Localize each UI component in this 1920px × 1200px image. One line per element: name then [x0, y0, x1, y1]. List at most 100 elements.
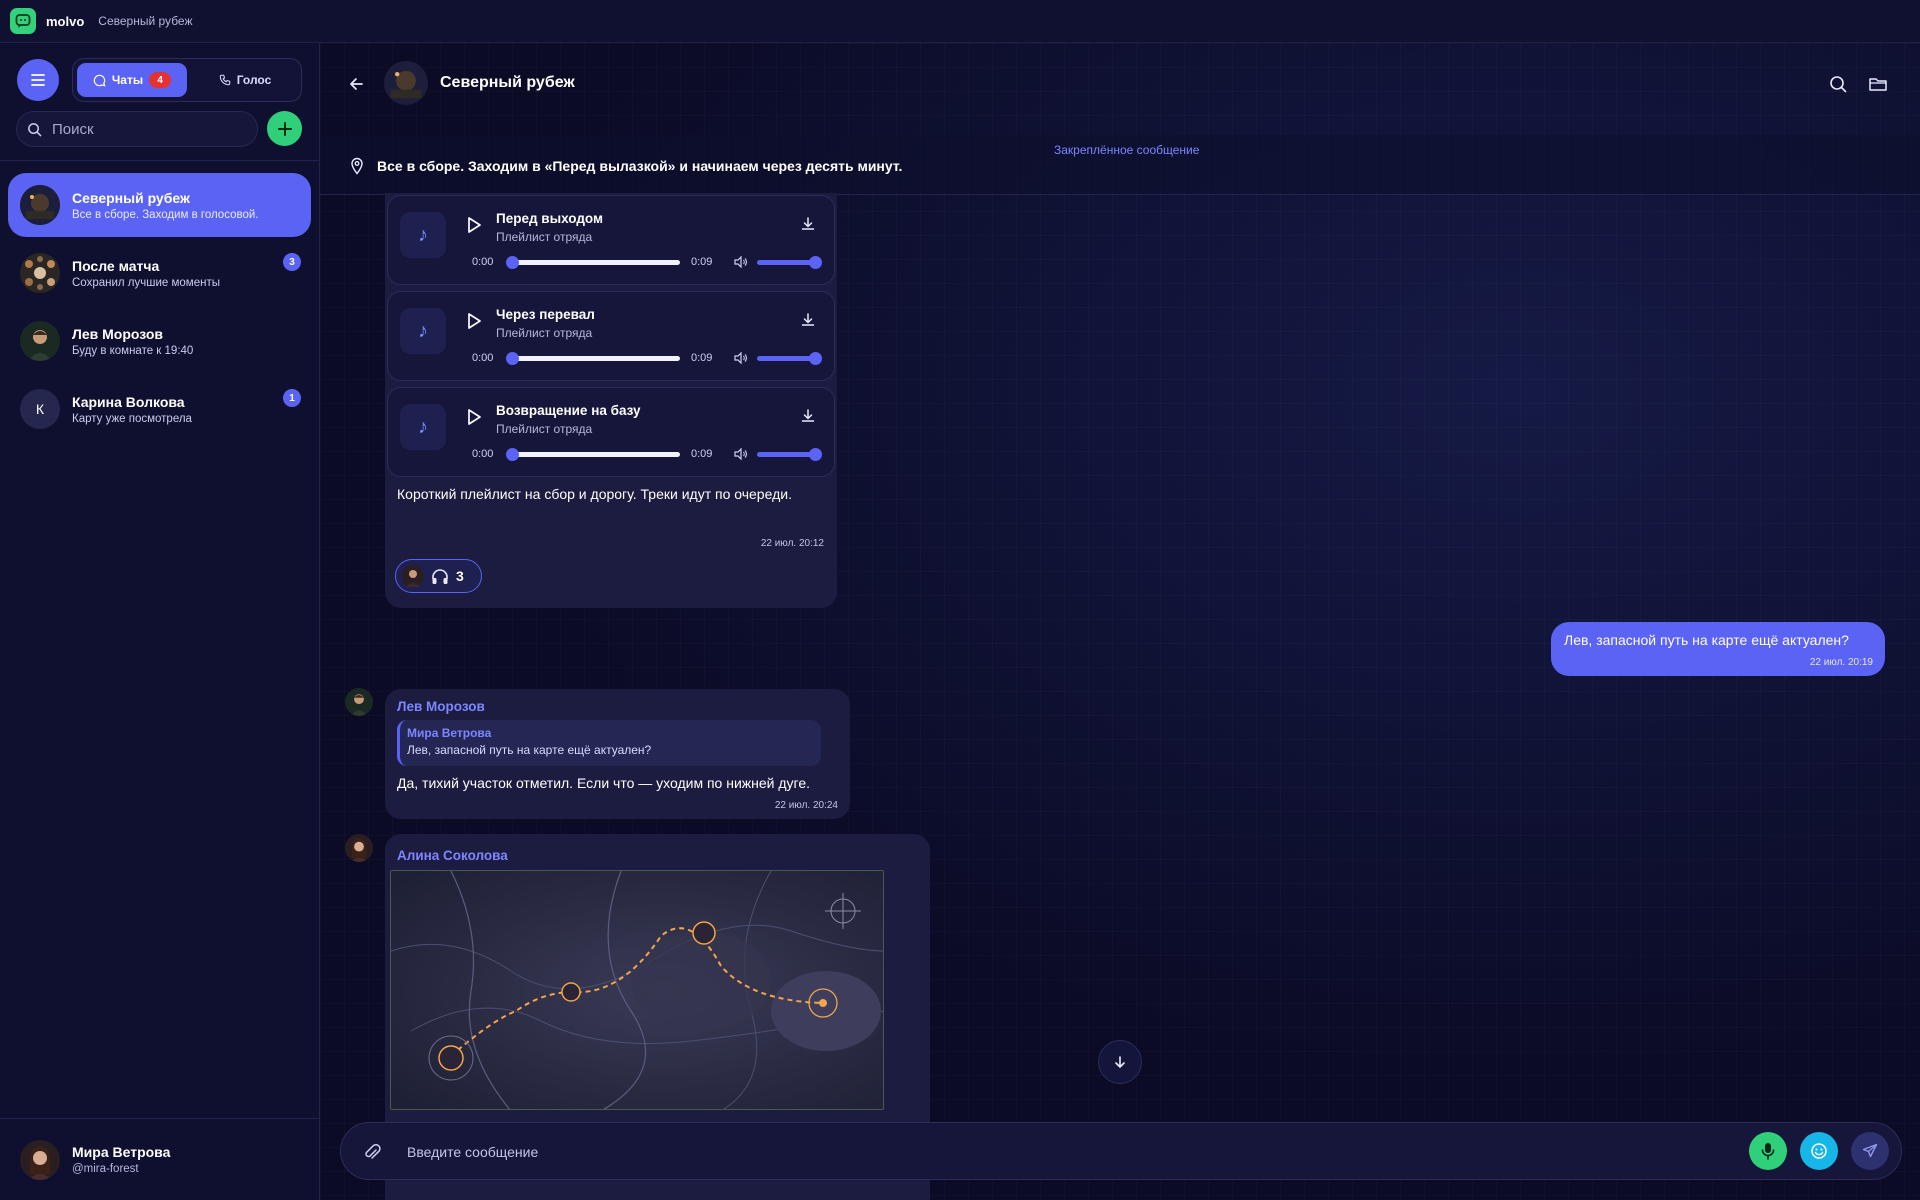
chat-name: После матча [72, 257, 160, 274]
chats-count-badge: 4 [149, 72, 172, 88]
new-chat-button[interactable] [267, 111, 302, 146]
message-input[interactable] [405, 1139, 1505, 1165]
chat-name: Лев Морозов [72, 325, 164, 342]
volume-slider[interactable] [757, 448, 822, 461]
message-text: Лев, запасной путь на карте ещё актуален… [1564, 632, 1849, 648]
sender-name[interactable]: Алина Соколова [397, 848, 508, 863]
chat-item-lev-morozov[interactable]: Лев Морозов Буду в комнате к 19:40 [8, 309, 311, 373]
app-name: molvo [46, 13, 85, 29]
search-input[interactable] [50, 119, 240, 139]
chat-preview: Карту уже посмотрела [72, 412, 192, 425]
quote-text: Лев, запасной путь на карте ещё актуален… [407, 743, 652, 757]
audio-track: ♪ Перед выходом Плейлист отряда 0:00 0:0… [387, 195, 835, 285]
volume-slider[interactable] [757, 352, 822, 365]
seek-slider[interactable] [506, 352, 680, 365]
pinned-message[interactable]: Закреплённое сообщение Все в сборе. Захо… [320, 135, 1920, 195]
avatar [402, 565, 424, 587]
seek-slider[interactable] [506, 448, 680, 461]
avatar [20, 253, 60, 293]
audio-track: ♪ Через перевал Плейлист отряда 0:00 0:0… [387, 291, 835, 381]
unread-badge: 1 [283, 389, 301, 407]
track-subtitle: Плейлист отряда [496, 230, 593, 244]
attach-paperclip-icon[interactable] [363, 1142, 381, 1162]
profile-handle: @mira-forest [72, 1163, 139, 1175]
sender-name[interactable]: Лев Морозов [397, 699, 485, 714]
chat-panel: Северный рубеж Закреплённое сообщение Вс… [320, 43, 1920, 1200]
avatar [20, 1139, 60, 1180]
message-time: 22 июл. 20:19 [1809, 657, 1873, 668]
volume-knob[interactable] [809, 352, 822, 365]
message-text: Короткий плейлист на сбор и дорогу. Трек… [397, 486, 792, 502]
window-title: Северный рубеж [98, 14, 193, 28]
download-icon[interactable] [800, 312, 816, 328]
tab-voice[interactable]: Голос [191, 63, 299, 97]
reaction-chip[interactable]: 3 [395, 559, 482, 593]
outgoing-message: Лев, запасной путь на карте ещё актуален… [1551, 622, 1885, 676]
volume-slider[interactable] [757, 256, 822, 269]
chat-item-posle-matcha[interactable]: После матча Сохранил лучшие моменты 3 [8, 241, 311, 305]
back-arrow-icon[interactable] [346, 73, 368, 95]
seek-knob[interactable] [506, 448, 519, 461]
search-icon [28, 122, 42, 136]
duration: 0:09 [691, 352, 713, 364]
quote-author: Мира Ветрова [407, 726, 492, 740]
avatar[interactable] [345, 834, 373, 862]
reaction-count: 3 [456, 568, 464, 584]
send-button[interactable] [1851, 1132, 1889, 1170]
unread-badge: 3 [283, 253, 301, 271]
map-image[interactable] [390, 870, 884, 1110]
app-logo-icon [10, 8, 36, 34]
plus-icon [277, 121, 292, 136]
menu-button[interactable] [17, 59, 59, 101]
chat-preview: Сохранил лучшие моменты [72, 276, 220, 289]
voice-record-button[interactable] [1749, 1132, 1787, 1170]
search-icon[interactable] [1827, 73, 1849, 95]
sidebar: Чаты 4 Голос Северный рубеж Все в сборе.… [0, 43, 320, 1200]
folder-icon[interactable] [1867, 73, 1889, 95]
chat-item-karina-volkova[interactable]: К Карина Волкова Карту уже посмотрела 1 [8, 377, 311, 441]
tab-chats-label: Чаты [111, 73, 144, 87]
music-note-icon: ♪ [400, 404, 446, 450]
emoji-button[interactable] [1800, 1132, 1838, 1170]
duration: 0:09 [691, 256, 713, 268]
current-time: 0:00 [472, 448, 494, 460]
seek-slider[interactable] [506, 256, 680, 269]
location-pin-icon [351, 157, 363, 175]
music-note-icon: ♪ [400, 212, 446, 258]
chat-name: Карина Волкова [72, 393, 185, 410]
current-user-profile[interactable]: Мира Ветрова @mira-forest [0, 1118, 320, 1200]
track-title: Возвращение на базу [496, 403, 641, 418]
download-icon[interactable] [800, 408, 816, 424]
seek-knob[interactable] [506, 256, 519, 269]
chat-preview: Буду в комнате к 19:40 [72, 344, 194, 357]
seek-knob[interactable] [506, 352, 519, 365]
chat-item-severny-rubezh[interactable]: Северный рубеж Все в сборе. Заходим в го… [8, 173, 311, 237]
play-icon[interactable] [466, 312, 482, 330]
quoted-message[interactable]: Мира Ветрова Лев, запасной путь на карте… [397, 720, 821, 766]
message-time: 22 июл. 20:24 [774, 800, 838, 811]
play-icon[interactable] [466, 408, 482, 426]
chat-bubble-icon [93, 74, 106, 86]
scroll-to-bottom-button[interactable] [1098, 1040, 1142, 1084]
tab-chats[interactable]: Чаты 4 [77, 63, 187, 97]
duration: 0:09 [691, 448, 713, 460]
volume-knob[interactable] [809, 448, 822, 461]
play-icon[interactable] [466, 216, 482, 234]
tab-voice-label: Голос [236, 73, 272, 87]
search-box [16, 111, 258, 147]
download-icon[interactable] [800, 216, 816, 232]
volume-knob[interactable] [809, 256, 822, 269]
audio-track: ♪ Возвращение на базу Плейлист отряда 0:… [387, 387, 835, 477]
chat-voice-switch: Чаты 4 Голос [72, 58, 302, 102]
chat-avatar[interactable] [384, 61, 428, 105]
microphone-icon [1761, 1143, 1775, 1160]
pinned-label: Закреплённое сообщение [1054, 143, 1200, 157]
volume-icon[interactable] [734, 352, 748, 364]
avatar[interactable] [345, 688, 373, 716]
chat-name: Северный рубеж [72, 189, 190, 206]
message-composer [340, 1122, 1902, 1180]
volume-icon[interactable] [734, 256, 748, 268]
track-title: Перед выходом [496, 211, 603, 226]
volume-icon[interactable] [734, 448, 748, 460]
chat-title[interactable]: Северный рубеж [440, 74, 575, 92]
